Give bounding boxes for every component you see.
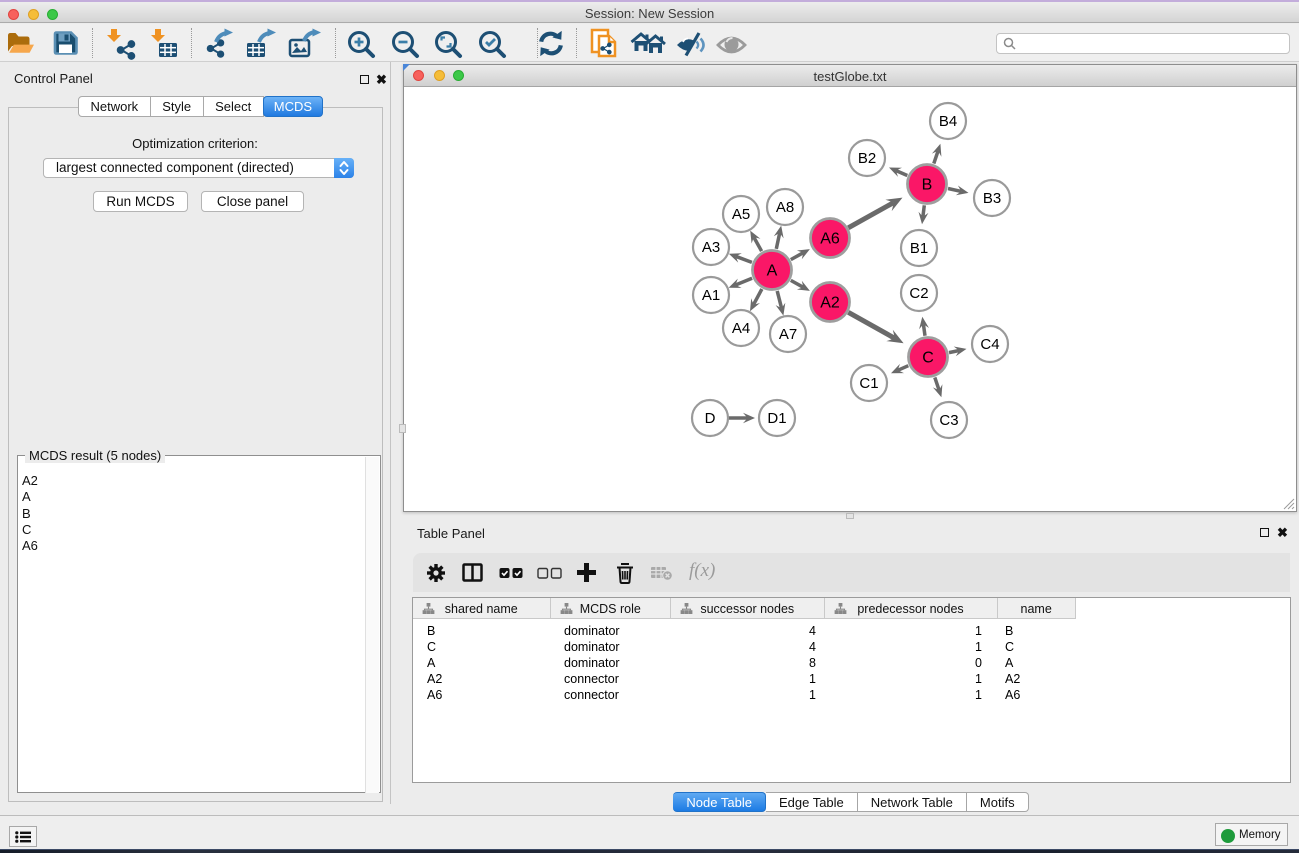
- svg-text:B2: B2: [858, 150, 876, 167]
- svg-text:A8: A8: [776, 199, 794, 216]
- svg-text:A2: A2: [820, 295, 840, 312]
- svg-text:B3: B3: [983, 190, 1001, 207]
- svg-text:A1: A1: [702, 287, 720, 304]
- svg-text:A5: A5: [732, 206, 750, 223]
- svg-text:C4: C4: [980, 336, 999, 353]
- svg-text:A6: A6: [820, 231, 840, 248]
- svg-text:C1: C1: [859, 375, 878, 392]
- svg-text:A4: A4: [732, 320, 750, 337]
- svg-text:B4: B4: [939, 113, 957, 130]
- svg-text:D: D: [705, 410, 716, 427]
- svg-text:A7: A7: [779, 326, 797, 343]
- svg-text:C2: C2: [909, 285, 928, 302]
- svg-text:B1: B1: [910, 240, 928, 257]
- svg-text:D1: D1: [767, 410, 786, 427]
- svg-text:C: C: [922, 350, 934, 367]
- svg-text:B: B: [922, 177, 933, 194]
- svg-text:A: A: [767, 263, 778, 280]
- svg-text:A3: A3: [702, 239, 720, 256]
- svg-text:C3: C3: [939, 412, 958, 429]
